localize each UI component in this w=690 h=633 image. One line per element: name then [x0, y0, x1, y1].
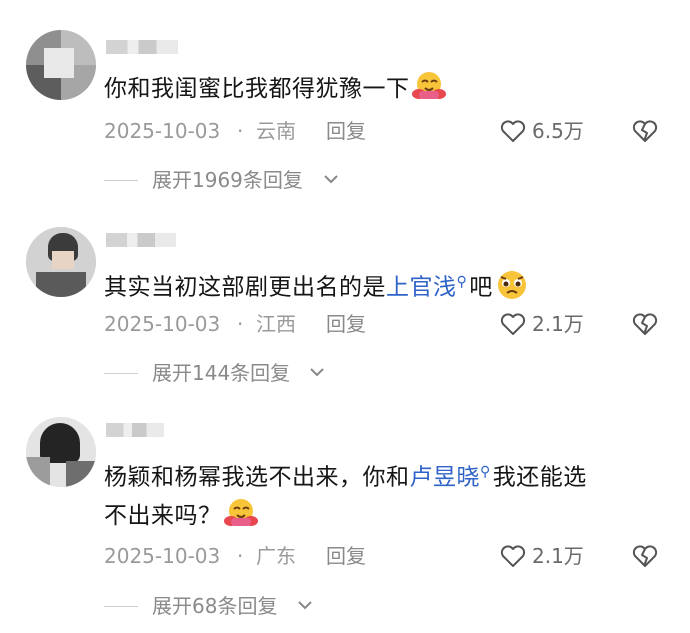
comment-item: 杨颖和杨幂我选不出来，你和卢昱晓⚲我还能选 不出来吗？ 2025-10-03 ·…: [0, 405, 690, 633]
expand-replies-label: 展开68条回复: [152, 594, 278, 618]
like-count: 2.1万: [532, 312, 584, 336]
comment-text: 其实当初这部剧更出名的是上官浅⚲吧: [104, 263, 664, 307]
expand-replies-button[interactable]: 展开68条回复: [104, 591, 364, 621]
comment-meta: 2025-10-03 · 广东 回复 2.1万: [104, 541, 664, 571]
comment-text: 杨颖和杨幂我选不出来，你和卢昱晓⚲我还能选 不出来吗？: [104, 453, 664, 535]
comment-item: 其实当初这部剧更出名的是上官浅⚲吧 2025-10-03 · 江西 回复 2.1…: [0, 205, 690, 405]
comment-body: 杨颖和杨幂我选不出来，你和: [104, 464, 410, 491]
mention-link[interactable]: 卢昱晓: [410, 465, 481, 491]
comment-date: 2025-10-03: [104, 544, 221, 568]
chevron-down-icon: [310, 368, 324, 377]
expand-replies-label: 展开144条回复: [152, 361, 291, 385]
reply-button[interactable]: 回复: [326, 116, 366, 146]
heart-icon: [500, 120, 526, 142]
hugging-face-emoji: [223, 498, 258, 526]
broken-heart-icon[interactable]: [632, 312, 658, 336]
hugging-face-emoji: [411, 72, 446, 99]
username-blurred[interactable]: [106, 233, 176, 247]
meta-separator: ·: [237, 312, 244, 336]
username-blurred[interactable]: [106, 40, 178, 54]
reply-button[interactable]: 回复: [326, 309, 366, 339]
avatar[interactable]: [26, 30, 96, 100]
comment-text: 你和我闺蜜比我都得犹豫一下: [104, 70, 664, 108]
heart-icon: [500, 545, 526, 567]
comment-meta: 2025-10-03 · 云南 回复 6.5万: [104, 116, 664, 146]
expand-replies-button[interactable]: 展开1969条回复: [104, 165, 404, 195]
like-count: 6.5万: [532, 119, 584, 143]
chevron-down-icon: [324, 175, 338, 184]
search-icon[interactable]: ⚲: [480, 464, 491, 480]
like-count: 2.1万: [532, 544, 584, 568]
username-blurred[interactable]: [106, 423, 164, 437]
expand-replies-label: 展开1969条回复: [152, 168, 303, 192]
mention-link[interactable]: 上官浅: [386, 275, 457, 301]
comment-date: 2025-10-03: [104, 312, 221, 336]
comment-body-line2: 不出来吗？: [104, 502, 222, 529]
meta-separator: ·: [237, 544, 244, 568]
broken-heart-icon[interactable]: [632, 544, 658, 568]
divider: [104, 373, 138, 374]
expand-replies-button[interactable]: 展开144条回复: [104, 358, 384, 388]
comment-item: 你和我闺蜜比我都得犹豫一下 2025-10-03 · 云南 回复 6.5万 展开…: [0, 0, 690, 205]
comment-body-tail: 我还能选: [492, 464, 587, 491]
meta-separator: ·: [237, 119, 244, 143]
reply-button[interactable]: 回复: [326, 541, 366, 571]
comment-region: 江西: [256, 312, 296, 336]
comment-region: 广东: [256, 544, 296, 568]
avatar[interactable]: [26, 227, 96, 297]
comment-date: 2025-10-03: [104, 119, 221, 143]
broken-heart-icon[interactable]: [632, 119, 658, 143]
divider: [104, 606, 138, 607]
heart-icon: [500, 313, 526, 335]
search-icon[interactable]: ⚲: [457, 274, 468, 290]
comment-body: 其实当初这部剧更出名的是: [104, 274, 386, 301]
divider: [104, 180, 138, 181]
comment-body: 你和我闺蜜比我都得犹豫一下: [104, 76, 410, 102]
comment-body-tail: 吧: [469, 274, 493, 301]
comment-region: 云南: [256, 119, 296, 143]
avatar[interactable]: [26, 417, 96, 487]
chevron-down-icon: [298, 601, 312, 610]
pleading-face-emoji: [497, 270, 526, 299]
comment-meta: 2025-10-03 · 江西 回复 2.1万: [104, 309, 664, 339]
